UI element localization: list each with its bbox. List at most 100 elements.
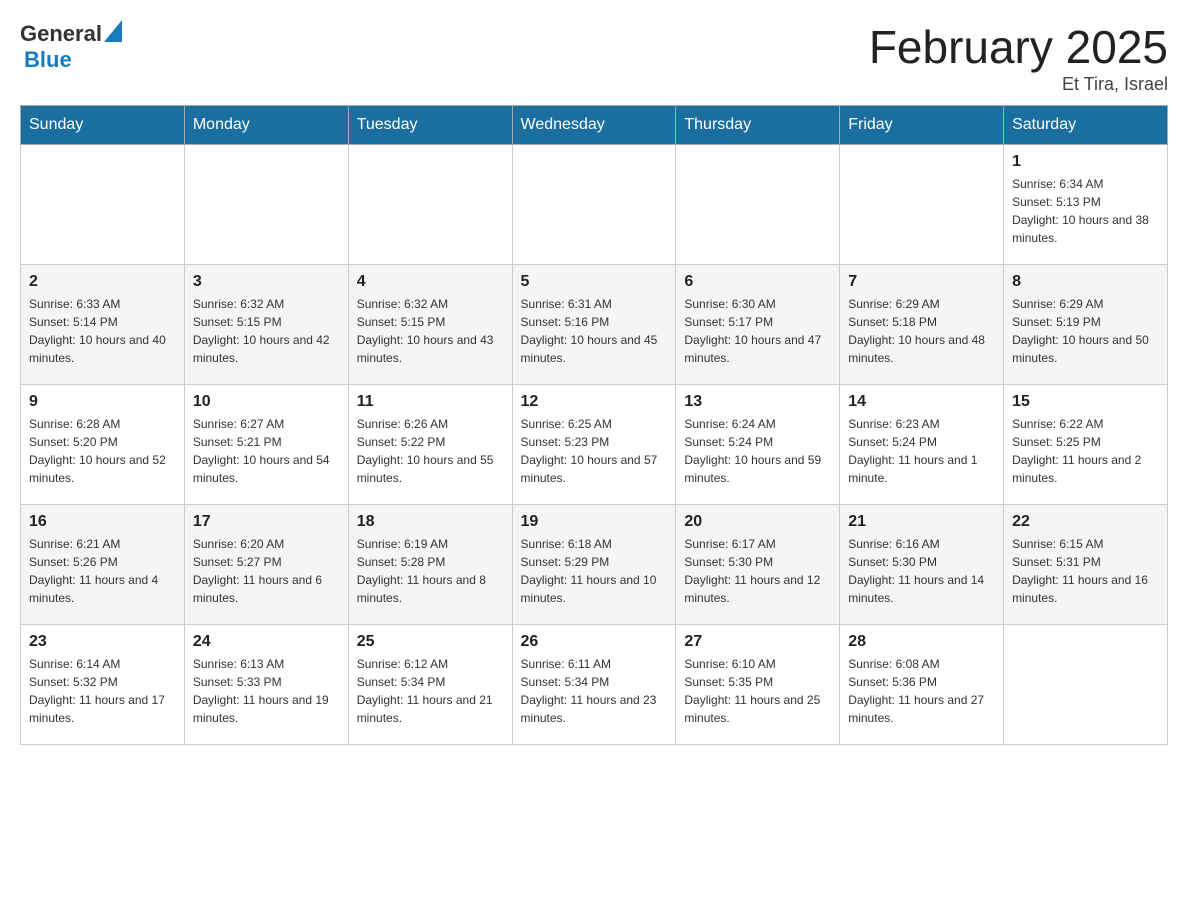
day-info: Sunrise: 6:25 AM Sunset: 5:23 PM Dayligh…	[521, 415, 668, 487]
day-number: 10	[193, 393, 340, 411]
header-tuesday: Tuesday	[348, 106, 512, 145]
day-info: Sunrise: 6:20 AM Sunset: 5:27 PM Dayligh…	[193, 535, 340, 607]
logo-blue: Blue	[24, 47, 72, 72]
day-info: Sunrise: 6:12 AM Sunset: 5:34 PM Dayligh…	[357, 655, 504, 727]
logo: General Blue	[20, 20, 122, 73]
table-row: 28 Sunrise: 6:08 AM Sunset: 5:36 PM Dayli…	[840, 625, 1004, 745]
day-info: Sunrise: 6:15 AM Sunset: 5:31 PM Dayligh…	[1012, 535, 1159, 607]
table-row: 24 Sunrise: 6:13 AM Sunset: 5:33 PM Dayli…	[184, 625, 348, 745]
day-number: 27	[684, 633, 831, 651]
day-number: 13	[684, 393, 831, 411]
table-row	[840, 145, 1004, 265]
table-row: 16 Sunrise: 6:21 AM Sunset: 5:26 PM Dayli…	[21, 505, 185, 625]
table-row: 5 Sunrise: 6:31 AM Sunset: 5:16 PM Daylig…	[512, 265, 676, 385]
day-number: 11	[357, 393, 504, 411]
day-number: 4	[357, 273, 504, 291]
day-number: 16	[29, 513, 176, 531]
table-row: 22 Sunrise: 6:15 AM Sunset: 5:31 PM Dayli…	[1004, 505, 1168, 625]
header-friday: Friday	[840, 106, 1004, 145]
day-info: Sunrise: 6:26 AM Sunset: 5:22 PM Dayligh…	[357, 415, 504, 487]
logo-general: General	[20, 21, 102, 47]
table-row: 23 Sunrise: 6:14 AM Sunset: 5:32 PM Dayli…	[21, 625, 185, 745]
day-number: 21	[848, 513, 995, 531]
day-info: Sunrise: 6:30 AM Sunset: 5:17 PM Dayligh…	[684, 295, 831, 367]
day-info: Sunrise: 6:11 AM Sunset: 5:34 PM Dayligh…	[521, 655, 668, 727]
logo-triangle-icon	[104, 20, 122, 42]
day-info: Sunrise: 6:13 AM Sunset: 5:33 PM Dayligh…	[193, 655, 340, 727]
header-monday: Monday	[184, 106, 348, 145]
header-wednesday: Wednesday	[512, 106, 676, 145]
day-info: Sunrise: 6:28 AM Sunset: 5:20 PM Dayligh…	[29, 415, 176, 487]
day-info: Sunrise: 6:27 AM Sunset: 5:21 PM Dayligh…	[193, 415, 340, 487]
table-row: 6Sunrise: 6:30 AM Sunset: 5:17 PM Daylig…	[676, 265, 840, 385]
table-row	[184, 145, 348, 265]
day-number: 17	[193, 513, 340, 531]
day-info: Sunrise: 6:33 AM Sunset: 5:14 PM Dayligh…	[29, 295, 176, 367]
table-row: 13 Sunrise: 6:24 AM Sunset: 5:24 PM Dayli…	[676, 385, 840, 505]
day-info: Sunrise: 6:32 AM Sunset: 5:15 PM Dayligh…	[193, 295, 340, 367]
header-saturday: Saturday	[1004, 106, 1168, 145]
day-number: 3	[193, 273, 340, 291]
day-info: Sunrise: 6:34 AM Sunset: 5:13 PM Dayligh…	[1012, 175, 1159, 247]
week-row-5: 23 Sunrise: 6:14 AM Sunset: 5:32 PM Dayli…	[21, 625, 1168, 745]
table-row: 26 Sunrise: 6:11 AM Sunset: 5:34 PM Dayli…	[512, 625, 676, 745]
table-row: 15Sunrise: 6:22 AM Sunset: 5:25 PM Dayli…	[1004, 385, 1168, 505]
table-row: 1Sunrise: 6:34 AM Sunset: 5:13 PM Daylig…	[1004, 145, 1168, 265]
table-row: 18 Sunrise: 6:19 AM Sunset: 5:28 PM Dayli…	[348, 505, 512, 625]
table-row: 10 Sunrise: 6:27 AM Sunset: 5:21 PM Dayli…	[184, 385, 348, 505]
header-thursday: Thursday	[676, 106, 840, 145]
table-row: 9 Sunrise: 6:28 AM Sunset: 5:20 PM Daylig…	[21, 385, 185, 505]
day-number: 25	[357, 633, 504, 651]
table-row: 20 Sunrise: 6:17 AM Sunset: 5:30 PM Dayli…	[676, 505, 840, 625]
day-info: Sunrise: 6:31 AM Sunset: 5:16 PM Dayligh…	[521, 295, 668, 367]
day-info: Sunrise: 6:24 AM Sunset: 5:24 PM Dayligh…	[684, 415, 831, 487]
day-number: 2	[29, 273, 176, 291]
table-row: 3 Sunrise: 6:32 AM Sunset: 5:15 PM Daylig…	[184, 265, 348, 385]
table-row: 12 Sunrise: 6:25 AM Sunset: 5:23 PM Dayli…	[512, 385, 676, 505]
table-row: 7 Sunrise: 6:29 AM Sunset: 5:18 PM Daylig…	[840, 265, 1004, 385]
weekday-header-row: Sunday Monday Tuesday Wednesday Thursday…	[21, 106, 1168, 145]
day-info: Sunrise: 6:32 AM Sunset: 5:15 PM Dayligh…	[357, 295, 504, 367]
day-info: Sunrise: 6:17 AM Sunset: 5:30 PM Dayligh…	[684, 535, 831, 607]
day-info: Sunrise: 6:10 AM Sunset: 5:35 PM Dayligh…	[684, 655, 831, 727]
table-row: 27 Sunrise: 6:10 AM Sunset: 5:35 PM Dayli…	[676, 625, 840, 745]
day-info: Sunrise: 6:23 AM Sunset: 5:24 PM Dayligh…	[848, 415, 995, 487]
day-number: 26	[521, 633, 668, 651]
table-row: 21Sunrise: 6:16 AM Sunset: 5:30 PM Dayli…	[840, 505, 1004, 625]
day-info: Sunrise: 6:29 AM Sunset: 5:19 PM Dayligh…	[1012, 295, 1159, 367]
day-number: 5	[521, 273, 668, 291]
week-row-2: 2 Sunrise: 6:33 AM Sunset: 5:14 PM Daylig…	[21, 265, 1168, 385]
day-number: 28	[848, 633, 995, 651]
table-row: 8 Sunrise: 6:29 AM Sunset: 5:19 PM Daylig…	[1004, 265, 1168, 385]
day-number: 18	[357, 513, 504, 531]
day-info: Sunrise: 6:08 AM Sunset: 5:36 PM Dayligh…	[848, 655, 995, 727]
location: Et Tira, Israel	[869, 74, 1168, 95]
table-row: 17 Sunrise: 6:20 AM Sunset: 5:27 PM Dayli…	[184, 505, 348, 625]
day-number: 24	[193, 633, 340, 651]
table-row	[1004, 625, 1168, 745]
day-number: 9	[29, 393, 176, 411]
table-row	[21, 145, 185, 265]
week-row-4: 16 Sunrise: 6:21 AM Sunset: 5:26 PM Dayli…	[21, 505, 1168, 625]
day-number: 8	[1012, 273, 1159, 291]
day-info: Sunrise: 6:29 AM Sunset: 5:18 PM Dayligh…	[848, 295, 995, 367]
day-number: 20	[684, 513, 831, 531]
calendar-table: Sunday Monday Tuesday Wednesday Thursday…	[20, 105, 1168, 745]
day-number: 23	[29, 633, 176, 651]
table-row: 4 Sunrise: 6:32 AM Sunset: 5:15 PM Daylig…	[348, 265, 512, 385]
table-row: 2 Sunrise: 6:33 AM Sunset: 5:14 PM Daylig…	[21, 265, 185, 385]
table-row: 19 Sunrise: 6:18 AM Sunset: 5:29 PM Dayli…	[512, 505, 676, 625]
day-info: Sunrise: 6:18 AM Sunset: 5:29 PM Dayligh…	[521, 535, 668, 607]
day-number: 7	[848, 273, 995, 291]
table-row: 25 Sunrise: 6:12 AM Sunset: 5:34 PM Dayli…	[348, 625, 512, 745]
table-row	[512, 145, 676, 265]
day-number: 19	[521, 513, 668, 531]
week-row-3: 9 Sunrise: 6:28 AM Sunset: 5:20 PM Daylig…	[21, 385, 1168, 505]
day-info: Sunrise: 6:14 AM Sunset: 5:32 PM Dayligh…	[29, 655, 176, 727]
day-info: Sunrise: 6:19 AM Sunset: 5:28 PM Dayligh…	[357, 535, 504, 607]
day-number: 22	[1012, 513, 1159, 531]
day-number: 15	[1012, 393, 1159, 411]
day-number: 14	[848, 393, 995, 411]
day-number: 12	[521, 393, 668, 411]
day-info: Sunrise: 6:21 AM Sunset: 5:26 PM Dayligh…	[29, 535, 176, 607]
